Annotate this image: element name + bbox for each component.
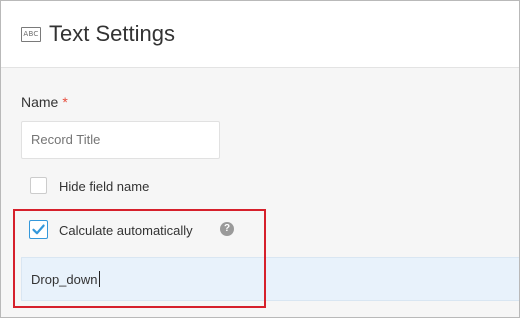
required-marker: * bbox=[62, 94, 68, 110]
text-field-icon: ABC bbox=[21, 27, 41, 42]
question-circle-icon[interactable]: ? bbox=[220, 222, 234, 236]
page-title: Text Settings bbox=[49, 21, 175, 46]
hide-field-name-label[interactable]: Hide field name bbox=[59, 179, 149, 194]
name-label: Name * bbox=[21, 94, 68, 110]
text-cursor bbox=[98, 271, 100, 287]
formula-value: Drop_down bbox=[31, 272, 98, 287]
checkmark-icon bbox=[32, 224, 45, 235]
hide-field-name-checkbox[interactable] bbox=[30, 177, 47, 194]
name-input[interactable] bbox=[21, 121, 220, 159]
dialog-header: ABC Text Settings bbox=[1, 1, 519, 68]
formula-input[interactable]: Drop_down bbox=[21, 257, 519, 301]
name-label-text: Name bbox=[21, 94, 59, 110]
calculate-automatically-label[interactable]: Calculate automatically bbox=[59, 223, 193, 238]
text-settings-dialog: ABC Text Settings Name* Hide field name … bbox=[0, 0, 520, 318]
calculate-automatically-checkbox[interactable] bbox=[29, 220, 48, 239]
formula-value-wrap: Drop_down bbox=[31, 271, 100, 287]
